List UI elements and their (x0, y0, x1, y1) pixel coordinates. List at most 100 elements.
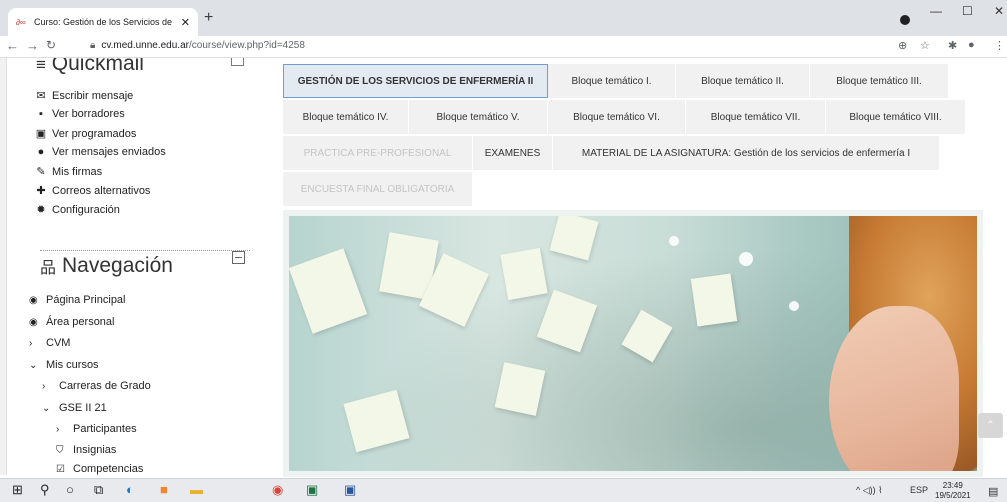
nav-label: Participantes (73, 423, 137, 435)
tab-label: ENCUESTA FINAL OBLIGATORIA (300, 183, 455, 195)
url-field[interactable]: 🔒︎ cv.med.unne.edu.ar/course/view.php?id=… (90, 40, 305, 51)
menu-label: Ver borradores (52, 108, 125, 120)
tab-label: Bloque temático IV. (302, 111, 389, 123)
tab-bloque-2[interactable]: Bloque temático II. (676, 64, 810, 98)
url-path: /course/view.php?id=4258 (188, 40, 305, 51)
sidebar: ≡ Quickmail ✉ Escribir mensaje ▪ Ver borra… (28, 58, 263, 475)
clock[interactable]: 23:49 19/5/2021 (935, 481, 971, 501)
excel-icon[interactable]: ▣ (306, 482, 318, 498)
chevron-down-icon: ⌄ (29, 359, 38, 371)
app-icon[interactable]: ■ (160, 482, 168, 497)
scroll-to-top-button[interactable]: ⌃ (978, 413, 1003, 438)
lock-icon: 🔒︎ (90, 40, 96, 51)
nav-label: Carreras de Grado (59, 380, 151, 392)
tab-label: GESTIÓN DE LOS SERVICIOS DE ENFERMERÍA I… (297, 75, 534, 87)
tab-search-icon[interactable] (900, 15, 910, 25)
reload-icon[interactable]: ↻ (46, 38, 56, 52)
search-icon[interactable]: ⚲ (40, 482, 50, 498)
nav-item-participantes[interactable]: › Participantes (56, 423, 137, 435)
url-host: cv.med.unne.edu.ar (101, 40, 189, 51)
tab-bloque-3[interactable]: Bloque temático III. (810, 64, 949, 98)
nav-item-pagina-principal[interactable]: ◉ Página Principal (29, 294, 126, 306)
system-tray-icons[interactable]: ^ ◁)) ⌇ (856, 485, 883, 496)
navigation-title: 品 Navegación (40, 254, 173, 278)
nav-item-gse-ii-21[interactable]: ⌄ GSE II 21 (42, 402, 107, 414)
nav-label: CVM (46, 337, 71, 349)
tab-bloque-8[interactable]: Bloque temático VIII. (826, 100, 966, 134)
minimize-button[interactable]: — (930, 4, 942, 18)
profile-avatar-icon[interactable]: ● (968, 39, 975, 51)
windows-start-icon[interactable]: ⊞ (12, 482, 23, 498)
tab-encuesta-final[interactable]: ENCUESTA FINAL OBLIGATORIA (283, 172, 473, 206)
nav-item-competencias[interactable]: ☑ Competencias (56, 463, 143, 475)
back-icon[interactable]: ← (6, 38, 19, 53)
browser-tab[interactable]: ∂∞ Curso: Gestión de los Servicios de ✕ (8, 8, 198, 36)
tab-gestion-servicios[interactable]: GESTIÓN DE LOS SERVICIOS DE ENFERMERÍA I… (283, 64, 548, 98)
quickmail-item-programados[interactable]: ▣ Ver programados (33, 127, 137, 141)
quickmail-item-firmas[interactable]: ✎ Mis firmas (33, 165, 103, 179)
nav-item-carreras-de-grado[interactable]: › Carreras de Grado (42, 380, 151, 392)
maximize-button[interactable]: ☐ (962, 4, 973, 18)
dashboard-icon: ◉ (29, 316, 38, 328)
forward-icon[interactable]: → (26, 38, 39, 53)
tab-practica-pre-profesional[interactable]: PRACTICA PRE-PROFESIONAL (283, 136, 473, 170)
nav-item-cvm[interactable]: › CVM (29, 337, 70, 349)
check-square-icon: ☑ (56, 463, 65, 475)
tab-bloque-7[interactable]: Bloque temático VII. (686, 100, 826, 134)
light-spot (739, 252, 753, 266)
nav-item-mis-cursos[interactable]: ⌄ Mis cursos (29, 359, 99, 371)
page-scroll-strip (0, 58, 7, 475)
nav-item-area-personal[interactable]: ◉ Área personal (29, 316, 115, 328)
quickmail-item-borradores[interactable]: ▪ Ver borradores (33, 108, 125, 120)
menu-label: Correos alternativos (52, 184, 151, 197)
draft-icon: ▪ (39, 108, 43, 120)
menu-label: Ver mensajes enviados (52, 146, 166, 158)
close-window-button[interactable]: ✕ (994, 4, 1004, 18)
quickmail-collapse-button[interactable] (231, 58, 244, 66)
quickmail-item-escribir[interactable]: ✉ Escribir mensaje (33, 89, 133, 103)
close-tab-icon[interactable]: ✕ (181, 16, 190, 29)
dashboard-icon: ◉ (29, 294, 38, 306)
tab-label: MATERIAL DE LA ASIGNATURA: Gestión de lo… (581, 147, 911, 159)
extensions-icon[interactable]: ✱ (948, 39, 957, 52)
tab-label: Bloque temático VI. (573, 111, 660, 123)
quickmail-item-configuracion[interactable]: ✹ Configuración (33, 203, 119, 217)
tab-label: Bloque temático V. (436, 111, 520, 123)
person-face (829, 306, 959, 471)
nav-label: Área personal (46, 316, 115, 328)
cortana-icon[interactable]: ○ (66, 482, 74, 497)
notifications-icon[interactable]: ▤ (988, 485, 998, 498)
tab-material-asignatura[interactable]: MATERIAL DE LA ASIGNATURA: Gestión de lo… (553, 136, 940, 170)
menu-dots-icon[interactable]: ⋮ (994, 39, 1005, 52)
edge-icon[interactable]: ◐ (126, 482, 134, 497)
file-explorer-icon[interactable]: ▬ (190, 482, 203, 497)
menu-label: Mis firmas (52, 165, 103, 178)
tab-bloque-1[interactable]: Bloque temático I. (548, 64, 676, 98)
light-spot (789, 301, 799, 311)
tab-bloque-6[interactable]: Bloque temático VI. (548, 100, 686, 134)
address-bar: ← → ↻ 🔒︎ cv.med.unne.edu.ar/course/view.p… (0, 36, 1007, 58)
bars-icon: ≡ (36, 58, 46, 74)
sitemap-icon: 品 (40, 260, 57, 277)
task-view-icon[interactable]: ⧉ (94, 482, 103, 498)
quickmail-item-enviados[interactable]: ● Ver mensajes enviados (33, 146, 166, 158)
browser-tab-strip: ∂∞ Curso: Gestión de los Servicios de ✕ … (0, 0, 1007, 36)
navigation-title-text: Navegación (62, 254, 173, 277)
tab-bloque-5[interactable]: Bloque temático V. (409, 100, 548, 134)
language-indicator[interactable]: ESP (910, 485, 928, 495)
navigation-collapse-button[interactable] (232, 251, 245, 264)
browser-tab-title: Curso: Gestión de los Servicios de (34, 17, 173, 27)
tab-bloque-4[interactable]: Bloque temático IV. (283, 100, 409, 134)
bookmark-star-icon[interactable]: ☆ (920, 39, 930, 52)
quickmail-item-correos[interactable]: ✚ Correos alternativos (33, 184, 151, 198)
plus-icon: ✚ (36, 185, 46, 197)
tab-label: PRACTICA PRE-PROFESIONAL (303, 147, 452, 159)
new-tab-button[interactable]: + (204, 9, 213, 27)
tab-label: EXAMENES (484, 147, 541, 159)
word-icon[interactable]: ▣ (344, 482, 356, 498)
zoom-icon[interactable]: ⊕ (898, 39, 907, 52)
chevron-right-icon: › (29, 337, 33, 349)
tab-examenes[interactable]: EXAMENES (473, 136, 553, 170)
nav-item-insignias[interactable]: ⛉ Insignias (56, 444, 116, 456)
chrome-icon[interactable]: ◉ (272, 482, 283, 498)
